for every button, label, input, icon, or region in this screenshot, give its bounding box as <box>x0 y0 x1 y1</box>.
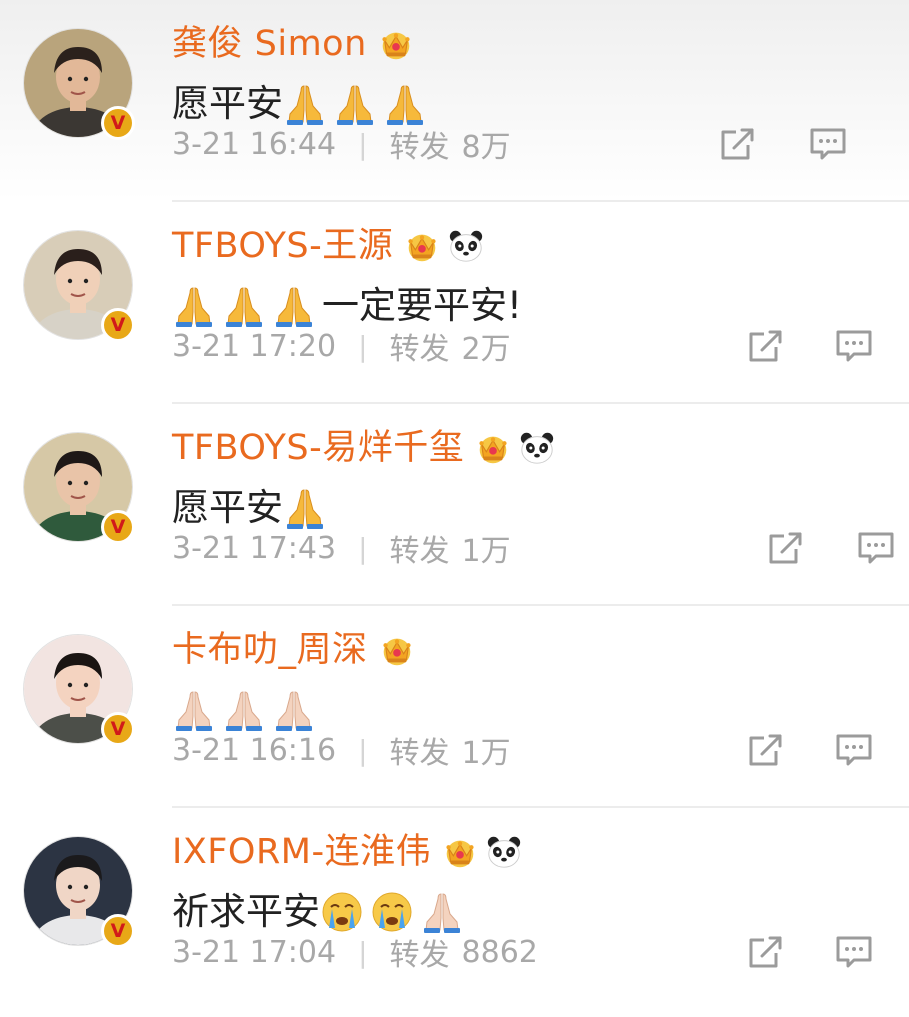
folded-hands-icon <box>383 82 427 126</box>
username[interactable]: IXFORM-连淮伟 <box>172 830 431 874</box>
crown-icon <box>441 833 479 871</box>
verified-badge-icon: V <box>101 106 135 140</box>
comment-icon[interactable] <box>808 126 848 162</box>
username-row: TFBOYS-王源 <box>172 224 485 268</box>
meta-divider: | <box>358 329 368 363</box>
comment-text: 愿平安 <box>172 82 283 125</box>
repost-label[interactable]: 转发 <box>390 728 450 772</box>
comment-item: V 龚俊 Simon 愿平安 3-21 16:44 | 转发 8万 <box>0 0 909 202</box>
username[interactable]: TFBOYS-易烊千玺 <box>172 426 464 470</box>
comment-meta: 3-21 17:20 | 转发 2万 <box>172 324 511 368</box>
folded-hands-icon <box>272 284 316 328</box>
share-icon[interactable] <box>746 732 786 768</box>
verified-badge-icon: V <box>101 510 135 544</box>
folded-hands-icon <box>222 284 266 328</box>
share-icon[interactable] <box>718 126 758 162</box>
repost-count: 2万 <box>461 332 511 367</box>
comment-item: V 卡布叻_周深 3-21 16:16 | 转发 1万 <box>0 606 909 808</box>
comment-icon[interactable] <box>834 732 874 768</box>
comment-item: V TFBOYS-易烊千玺 愿平安 3-21 17:43 | 转发 1万 <box>0 404 909 606</box>
share-icon[interactable] <box>766 530 806 566</box>
verified-badge-icon: V <box>101 308 135 342</box>
crying-face-icon <box>320 890 364 934</box>
meta-divider: | <box>358 531 368 565</box>
crown-icon <box>378 631 416 669</box>
folded-hands-light-icon <box>172 688 216 732</box>
share-icon[interactable] <box>746 934 786 970</box>
folded-hands-light-icon <box>272 688 316 732</box>
crown-icon <box>474 429 512 467</box>
panda-icon <box>518 429 556 467</box>
timestamp: 3-21 16:16 <box>172 732 337 768</box>
meta-divider: | <box>358 935 368 969</box>
meta-divider: | <box>358 733 368 767</box>
folded-hands-light-icon <box>420 890 464 934</box>
repost-count: 1万 <box>461 736 511 771</box>
crying-face-icon <box>370 890 414 934</box>
folded-hands-icon <box>333 82 377 126</box>
panda-icon <box>485 833 523 871</box>
username[interactable]: 卡布叻_周深 <box>172 628 368 672</box>
meta-divider: | <box>358 127 368 161</box>
username-row: IXFORM-连淮伟 <box>172 830 523 874</box>
repost-count: 1万 <box>461 534 511 569</box>
comment-icon[interactable] <box>834 328 874 364</box>
comment-text: 祈求平安 <box>172 890 320 933</box>
timestamp: 3-21 17:04 <box>172 934 337 970</box>
comment-meta: 3-21 17:04 | 转发 8862 <box>172 930 538 974</box>
comment-content: 愿平安 <box>172 484 333 532</box>
folded-hands-icon <box>283 82 327 126</box>
comment-icon[interactable] <box>856 530 896 566</box>
comment-item: V TFBOYS-王源一定要平安! 3-21 17:20 | 转发 2万 <box>0 202 909 404</box>
username-row: 龚俊 Simon <box>172 22 415 66</box>
comment-item: V IXFORM-连淮伟 祈求平安 3-21 17:04 | 转发 8862 <box>0 808 909 1010</box>
comment-content: 祈求平安 <box>172 888 470 936</box>
comment-meta: 3-21 17:43 | 转发 1万 <box>172 526 511 570</box>
username-row: TFBOYS-易烊千玺 <box>172 426 556 470</box>
username[interactable]: 龚俊 Simon <box>172 22 367 66</box>
repost-count: 8万 <box>461 130 511 165</box>
comment-icon[interactable] <box>834 934 874 970</box>
comment-feed: V 龚俊 Simon 愿平安 3-21 16:44 | 转发 8万 V TFBOYS-王源 一定要… <box>0 0 909 1017</box>
share-icon[interactable] <box>746 328 786 364</box>
comment-meta: 3-21 16:16 | 转发 1万 <box>172 728 511 772</box>
folded-hands-light-icon <box>222 688 266 732</box>
repost-label[interactable]: 转发 <box>390 526 450 570</box>
repost-label[interactable]: 转发 <box>390 930 450 974</box>
username[interactable]: TFBOYS-王源 <box>172 224 393 268</box>
username-row: 卡布叻_周深 <box>172 628 416 672</box>
repost-count: 8862 <box>461 934 538 970</box>
timestamp: 3-21 17:43 <box>172 530 337 566</box>
timestamp: 3-21 17:20 <box>172 328 337 364</box>
comment-content: 愿平安 <box>172 80 433 128</box>
crown-icon <box>403 227 441 265</box>
repost-label[interactable]: 转发 <box>390 122 450 166</box>
comment-content: 一定要平安! <box>172 282 522 330</box>
folded-hands-icon <box>172 284 216 328</box>
panda-icon <box>447 227 485 265</box>
crown-icon <box>377 25 415 63</box>
comment-text: 一定要平安! <box>322 284 522 327</box>
repost-label[interactable]: 转发 <box>390 324 450 368</box>
timestamp: 3-21 16:44 <box>172 126 337 162</box>
folded-hands-icon <box>283 486 327 530</box>
comment-content <box>172 686 322 734</box>
verified-badge-icon: V <box>101 914 135 948</box>
comment-text: 愿平安 <box>172 486 283 529</box>
comment-meta: 3-21 16:44 | 转发 8万 <box>172 122 511 166</box>
verified-badge-icon: V <box>101 712 135 746</box>
